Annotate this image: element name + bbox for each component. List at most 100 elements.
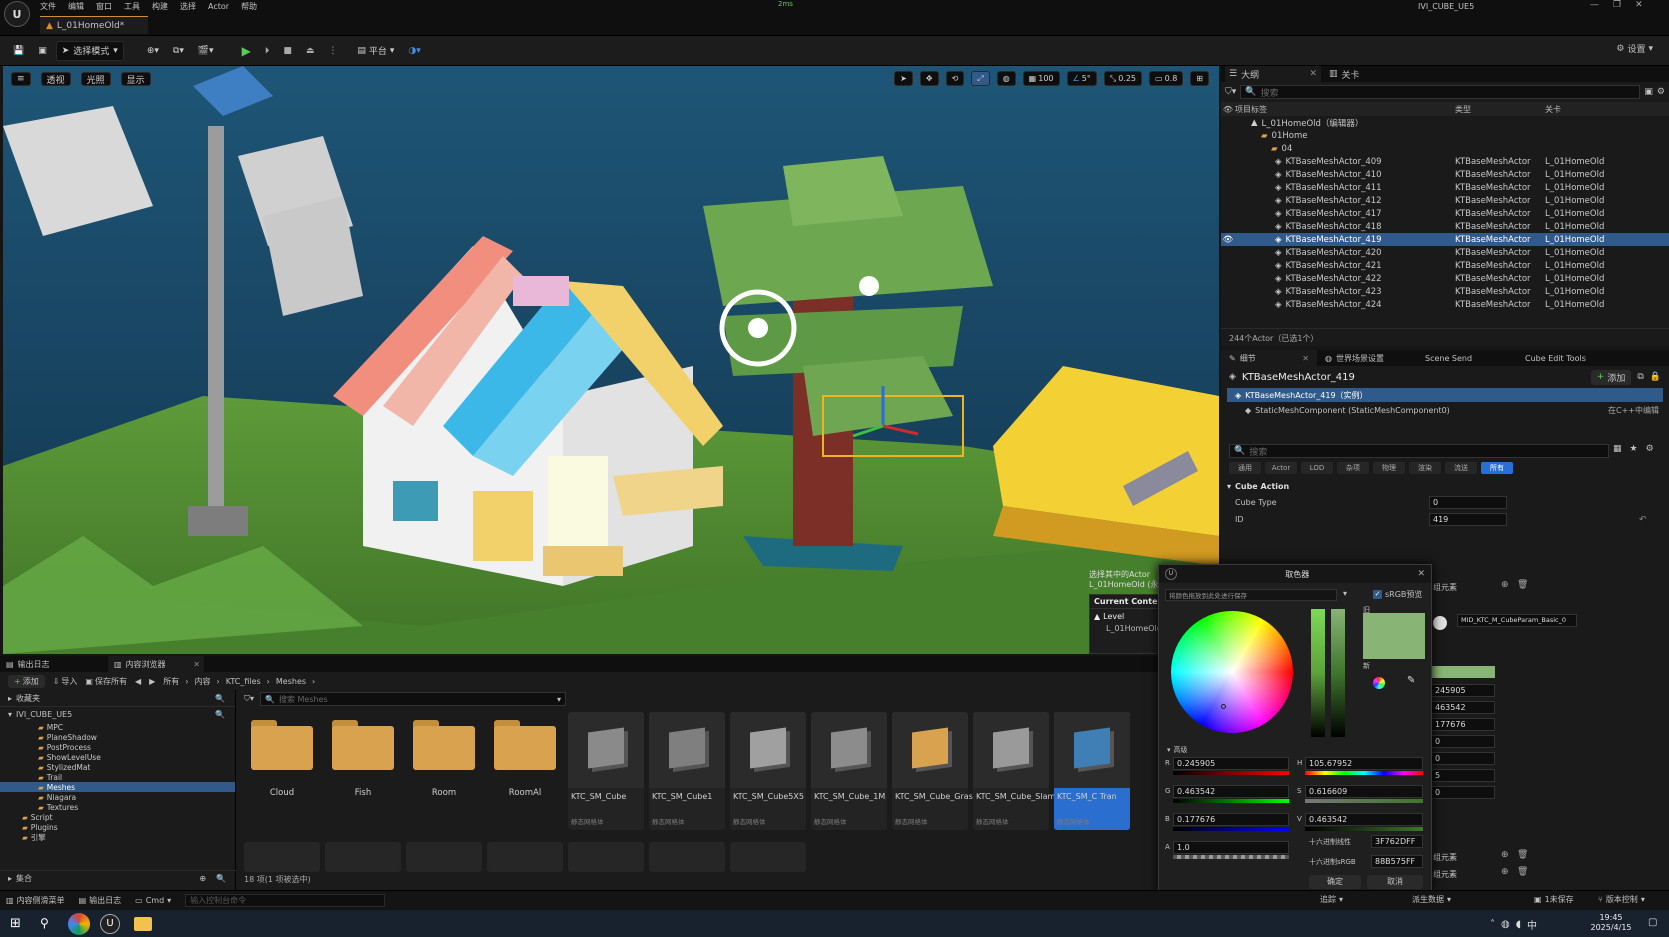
grid-view-icon[interactable]: ▦ <box>1613 444 1622 454</box>
s-slider[interactable] <box>1305 799 1423 803</box>
outliner-tree-item[interactable]: ▲ L_01HomeOld（编辑器） <box>1221 116 1669 129</box>
eject-button[interactable]: ⏏ <box>301 41 320 61</box>
content-drawer-button[interactable]: ▥ 内容侧滑菜单 <box>6 895 65 906</box>
v-slider[interactable] <box>1305 827 1423 831</box>
asset-tile[interactable]: KTC_SM_Cube1 静态网格体 <box>649 712 725 830</box>
filter-tab[interactable]: 杂项 <box>1337 462 1369 474</box>
search-icon[interactable]: 🔍 <box>216 874 226 883</box>
filter-tab[interactable]: 物理 <box>1373 462 1405 474</box>
ime-icon[interactable]: 中 <box>1527 917 1537 932</box>
partial-value-field[interactable]: 0 <box>1431 752 1495 765</box>
partial-value-field[interactable]: 5 <box>1431 769 1495 782</box>
outliner-row[interactable]: ◈ KTBaseMeshActor_422 KTBaseMeshActor L_01H… <box>1221 272 1669 285</box>
chevron-down-icon[interactable]: ▾ <box>1343 589 1347 598</box>
h-field[interactable]: 105.67952 <box>1305 757 1423 770</box>
unreal-logo-icon[interactable]: U <box>4 1 30 27</box>
rotate-tool-icon[interactable]: ⟲ <box>945 71 965 86</box>
outliner-row[interactable]: 👁 ◈ KTBaseMeshActor_419 KTBaseMeshActor L_01… <box>1221 233 1669 246</box>
filter-tab[interactable]: Actor <box>1265 462 1297 474</box>
network-icon[interactable]: ◍ <box>1501 919 1510 930</box>
tab-content-browser[interactable]: ▥ 内容浏览器 ✕ <box>108 656 204 672</box>
console-input[interactable]: 输入控制台命令 <box>185 894 386 907</box>
folder-tree-item[interactable]: ▰ PlaneShadow <box>0 732 235 742</box>
color-swatch[interactable] <box>1431 666 1495 678</box>
asset-tile[interactable]: KTC_SM_Cube5X5 静态网格体 <box>730 712 806 830</box>
project-section[interactable]: ▾ IVI_CUBE_UE5 🔍 <box>0 706 235 722</box>
filter-tab[interactable]: LOD <box>1301 462 1333 474</box>
search-icon[interactable]: 🔍 <box>215 710 225 719</box>
delete-element-icon[interactable]: 🗑 <box>1517 867 1528 877</box>
column-type[interactable]: 类型 <box>1455 104 1545 115</box>
delete-element-icon[interactable]: 🗑 <box>1517 580 1528 590</box>
tab-output-log[interactable]: ▤ 输出日志 <box>0 659 104 670</box>
folder-tree-item[interactable]: ▰ StylizedMat <box>0 762 235 772</box>
details-tab[interactable]: ◍ 世界场景设置 <box>1317 350 1417 366</box>
outliner-row[interactable]: ◈ KTBaseMeshActor_410 KTBaseMeshActor L_01H… <box>1221 168 1669 181</box>
scale-tool-icon[interactable]: ⤢ <box>971 71 990 86</box>
scale-snap-button[interactable]: ⤡ 0.25 <box>1103 71 1142 86</box>
v-field[interactable]: 0.463542 <box>1305 813 1423 826</box>
browse-icon[interactable]: ▣ <box>33 41 52 61</box>
add-collection-icon[interactable]: ⊕ <box>199 874 206 883</box>
filter-tab[interactable]: 渲染 <box>1409 462 1441 474</box>
stop-button[interactable]: ■ <box>278 41 297 61</box>
folder-tree-item[interactable]: ▰ Niagara <box>0 792 235 802</box>
menu-item[interactable]: Actor <box>208 2 229 11</box>
asset-tile[interactable] <box>325 842 401 872</box>
asset-tile[interactable]: KTC_SM_Cube 静态网格体 <box>568 712 644 830</box>
outliner-tree-item[interactable]: ▰ 04 <box>1221 142 1669 155</box>
details-tab[interactable]: ✎ 细节 ✕ <box>1221 350 1317 366</box>
reset-icon[interactable]: ↶ <box>1639 515 1647 525</box>
asset-tile[interactable] <box>244 842 320 872</box>
folder-item[interactable]: Cloud <box>244 712 320 822</box>
color-theme-icon[interactable] <box>1373 677 1385 689</box>
close-icon[interactable]: ✕ <box>1302 354 1309 363</box>
id-field[interactable]: 419 <box>1429 513 1507 526</box>
color-wheel[interactable] <box>1171 611 1293 733</box>
asset-tile[interactable]: KTC_SM_Cube_1M 静态网格体 <box>811 712 887 830</box>
folder-tree-item[interactable]: ▰ PostProcess <box>0 742 235 752</box>
menu-item[interactable]: 构建 <box>152 1 168 12</box>
gear-icon[interactable]: ⚙ <box>1657 87 1665 97</box>
value-slider[interactable] <box>1331 609 1345 737</box>
column-label[interactable]: 项目标签 <box>1235 104 1455 115</box>
close-icon[interactable]: ✕ <box>1635 0 1643 10</box>
add-button[interactable]: + 添加 <box>8 674 45 688</box>
material-field[interactable]: MID_KTC_M_CubeParam_Basic_0 <box>1457 614 1577 627</box>
outliner-row[interactable]: ◈ KTBaseMeshActor_420 KTBaseMeshActor L_01H… <box>1221 246 1669 259</box>
viewport-menu-icon[interactable]: ≡ <box>11 72 31 86</box>
favorites-section[interactable]: ▸ 收藏夹 🔍 <box>0 690 235 706</box>
close-icon[interactable]: ✕ <box>1309 69 1317 79</box>
history-back-icon[interactable]: ◀ <box>135 677 141 686</box>
menu-item[interactable]: 选择 <box>180 1 196 12</box>
edit-in-cpp-link[interactable]: 在C++中编辑 <box>1608 405 1659 416</box>
menu-item[interactable]: 工具 <box>124 1 140 12</box>
tab-levels[interactable]: ▥ 关卡 <box>1325 68 1360 81</box>
details-tab[interactable]: Scene Send <box>1417 350 1517 366</box>
outliner-tree-item[interactable]: ▰ 01Home <box>1221 129 1669 142</box>
step-button[interactable]: ⏵ <box>260 41 275 61</box>
world-space-icon[interactable]: ◍ <box>996 71 1016 86</box>
details-tab[interactable]: Cube Edit Tools <box>1517 350 1617 366</box>
folder-item[interactable]: RoomAl <box>487 712 563 822</box>
eye-icon[interactable]: 👁 <box>1221 235 1235 245</box>
asset-tile[interactable] <box>406 842 482 872</box>
folder-tree-item[interactable]: ▰ Textures <box>0 802 235 812</box>
column-level[interactable]: 关卡 <box>1545 104 1561 115</box>
angle-snap-button[interactable]: ∠ 5° <box>1066 71 1097 86</box>
select-tool-icon[interactable]: ➤ <box>894 71 913 86</box>
folder-tree-item[interactable]: ▰ Meshes <box>0 782 235 792</box>
folder-tree-item[interactable]: ▰ ShowLevelUse <box>0 752 235 762</box>
move-tool-icon[interactable]: ✥ <box>919 71 939 86</box>
a-field[interactable]: 1.0 <box>1173 841 1289 854</box>
a-slider[interactable] <box>1173 855 1289 859</box>
add-component-button[interactable]: + 添加 <box>1590 369 1632 385</box>
filter-tab[interactable]: 所有 <box>1481 462 1513 474</box>
derived-data-button[interactable]: 派生数据 ▾ <box>1412 894 1451 905</box>
r-slider[interactable] <box>1173 771 1289 775</box>
breadcrumb-item[interactable]: 所有 <box>163 676 179 687</box>
close-icon[interactable]: ✕ <box>1417 569 1425 579</box>
eyedropper-icon[interactable]: ✎ <box>1407 675 1415 686</box>
outliner-row[interactable]: ◈ KTBaseMeshActor_409 KTBaseMeshActor L_01H… <box>1221 155 1669 168</box>
outliner-row[interactable]: ◈ KTBaseMeshActor_421 KTBaseMeshActor L_01H… <box>1221 259 1669 272</box>
